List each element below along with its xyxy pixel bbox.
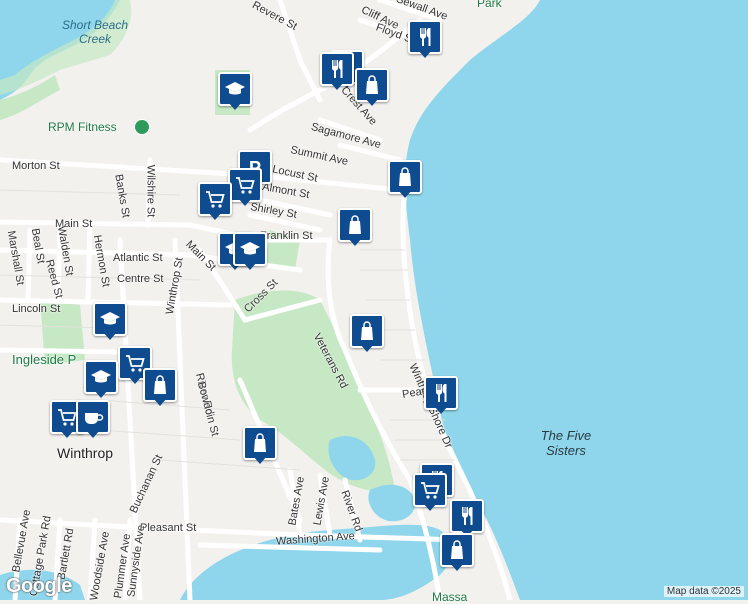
map-marker-shopping[interactable] [143, 368, 177, 408]
google-logo: Google [6, 575, 72, 597]
map-marker-school[interactable] [218, 72, 252, 112]
map-attribution[interactable]: Map data ©2025 [663, 586, 744, 597]
map-marker-shopping[interactable] [355, 68, 389, 108]
graduation-cap-icon [100, 312, 120, 325]
place-label-winthrop: Winthrop [57, 445, 114, 461]
map-marker-cafe[interactable] [76, 400, 110, 440]
shopping-bag-icon [349, 215, 361, 234]
place-label-five-sisters: The Five Sisters [540, 428, 592, 458]
street-label-morton: Morton St [12, 160, 60, 172]
street-label-lincoln: Lincoln St [12, 303, 61, 315]
place-label-rpm-fitness: RPM Fitness [48, 120, 117, 134]
map-marker-shopping[interactable] [440, 533, 474, 573]
map-marker-restaurant[interactable] [320, 52, 354, 92]
fitness-poi-icon[interactable] [134, 119, 150, 135]
graduation-cap-icon [225, 82, 245, 95]
place-label-park: Park [477, 0, 502, 10]
place-label-short-beach-creek: Short Beach Creek [61, 18, 129, 46]
shopping-bag-icon [361, 321, 373, 340]
street-label-atlantic: Atlantic St [113, 252, 163, 264]
street-label-centre: Centre St [117, 273, 164, 285]
place-label-massa: Massa [432, 590, 468, 604]
fork-knife-icon [462, 507, 473, 525]
map-marker-grocery[interactable] [413, 473, 447, 513]
map-marker-grocery[interactable] [198, 182, 232, 222]
map-marker-restaurant[interactable] [424, 376, 458, 416]
coffee-cup-icon [85, 413, 104, 424]
shopping-cart-icon [58, 409, 77, 426]
map-marker-grocery[interactable] [228, 168, 262, 208]
shopping-bag-icon [154, 375, 166, 394]
place-label-ingleside: Ingleside P [12, 352, 77, 367]
street-label-franklin: Franklin St [260, 230, 313, 242]
map-marker-restaurant[interactable] [408, 20, 442, 60]
street-label-wilshire: Wilshire St [144, 164, 157, 218]
fork-knife-icon [332, 60, 343, 78]
map-marker-shopping[interactable] [350, 314, 384, 354]
map-marker-shopping[interactable] [338, 208, 372, 248]
street-label-pleasant: Pleasant St [140, 522, 197, 534]
map-marker-school[interactable] [84, 360, 118, 400]
shopping-bag-icon [254, 433, 266, 452]
map-marker-school[interactable] [93, 302, 127, 342]
fork-knife-icon [436, 384, 447, 402]
graduation-cap-icon [240, 242, 260, 255]
fork-knife-icon [420, 28, 431, 46]
map-marker-school[interactable] [233, 232, 267, 272]
map-marker-shopping[interactable] [388, 160, 422, 200]
shopping-cart-icon [206, 191, 225, 208]
shopping-bag-icon [451, 540, 463, 559]
map-marker-shopping[interactable] [243, 426, 277, 466]
shopping-bag-icon [399, 167, 411, 186]
shopping-bag-icon [366, 75, 378, 94]
shopping-cart-icon [236, 177, 255, 194]
graduation-cap-icon [91, 370, 111, 383]
shopping-cart-icon [421, 482, 440, 499]
